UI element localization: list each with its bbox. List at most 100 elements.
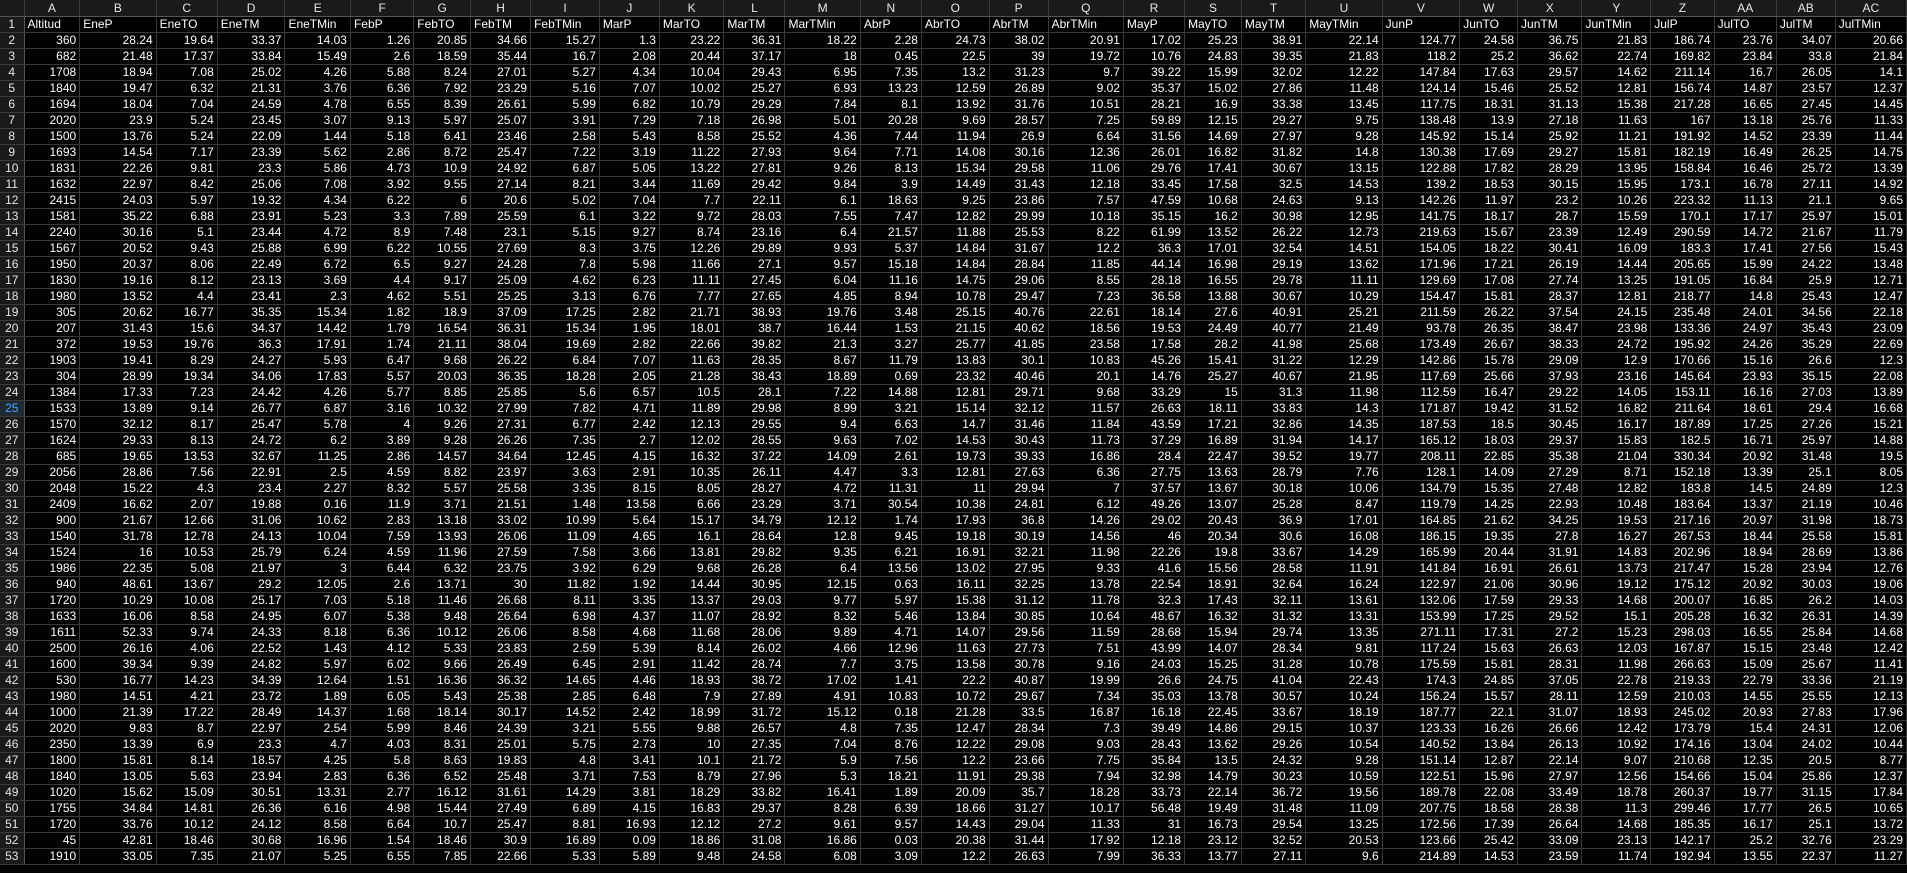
data-cell[interactable]: 271.11: [1382, 624, 1461, 641]
data-cell[interactable]: 29.33: [79, 432, 157, 449]
data-cell[interactable]: 9.84: [784, 176, 861, 193]
data-cell[interactable]: 9.57: [860, 816, 922, 833]
data-cell[interactable]: 33.05: [79, 848, 157, 865]
data-cell[interactable]: 10.76: [1123, 48, 1186, 65]
data-cell[interactable]: 11.11: [1305, 272, 1383, 289]
column-header-q[interactable]: Q: [1048, 0, 1124, 17]
data-cell[interactable]: 2.61: [860, 448, 922, 465]
data-cell[interactable]: 16.06: [79, 608, 157, 625]
data-cell[interactable]: 29.22: [1517, 384, 1583, 401]
data-cell[interactable]: 11.94: [921, 128, 990, 145]
data-cell[interactable]: 10.59: [1305, 768, 1383, 785]
data-cell[interactable]: 10.83: [860, 688, 922, 705]
data-cell[interactable]: 9.55: [413, 176, 472, 193]
data-cell[interactable]: 40.87: [989, 672, 1049, 689]
data-cell[interactable]: 10.18: [1048, 208, 1124, 225]
data-cell[interactable]: 18.17: [1459, 208, 1519, 225]
data-cell[interactable]: 37.17: [723, 48, 786, 65]
data-cell[interactable]: 29.03: [723, 592, 786, 609]
data-cell[interactable]: 19.64: [156, 32, 218, 49]
data-cell[interactable]: 22.14: [1184, 784, 1242, 801]
data-cell[interactable]: 3: [284, 560, 351, 577]
data-cell[interactable]: 27.75: [1123, 464, 1186, 481]
data-cell[interactable]: 147.84: [1382, 64, 1461, 81]
data-cell[interactable]: 18.58: [1459, 800, 1519, 817]
data-cell[interactable]: 4.06: [156, 640, 218, 657]
data-cell[interactable]: 6.32: [413, 560, 472, 577]
data-cell[interactable]: 29.47: [989, 288, 1049, 305]
data-cell[interactable]: 2.08: [599, 48, 660, 65]
column-header-p[interactable]: P: [989, 0, 1049, 17]
row-header[interactable]: 32: [0, 512, 25, 529]
data-cell[interactable]: 23.44: [217, 224, 286, 241]
data-cell[interactable]: 37.09: [470, 304, 532, 321]
data-cell[interactable]: 15.78: [1459, 352, 1519, 369]
data-cell[interactable]: 156.24: [1382, 688, 1461, 705]
column-title-cell[interactable]: JulP: [1650, 16, 1715, 33]
data-cell[interactable]: 32.67: [217, 448, 286, 465]
data-cell[interactable]: 299.46: [1650, 800, 1715, 817]
data-cell[interactable]: 2.7: [599, 432, 660, 449]
data-cell[interactable]: 6.23: [599, 272, 660, 289]
data-cell[interactable]: 153.99: [1382, 608, 1461, 625]
data-cell[interactable]: 25.27: [723, 80, 786, 97]
data-cell[interactable]: 16.86: [784, 832, 861, 849]
data-cell[interactable]: 29.04: [989, 816, 1049, 833]
data-cell[interactable]: 7.02: [860, 432, 922, 449]
data-cell[interactable]: 28.2: [1184, 336, 1242, 353]
data-cell[interactable]: 12.36: [1048, 144, 1124, 161]
data-cell[interactable]: 34.84: [79, 800, 157, 817]
data-cell[interactable]: 26.57: [723, 720, 786, 737]
data-cell[interactable]: 13.62: [1184, 736, 1242, 753]
data-cell[interactable]: 46: [1123, 528, 1186, 545]
data-cell[interactable]: 372: [24, 336, 81, 353]
data-cell[interactable]: 35.15: [1776, 368, 1836, 385]
data-cell[interactable]: 8.42: [156, 176, 218, 193]
data-cell[interactable]: 16.7: [1714, 64, 1777, 81]
data-cell[interactable]: 14.81: [156, 800, 218, 817]
data-cell[interactable]: 4.66: [784, 640, 861, 657]
data-cell[interactable]: 13.84: [1459, 736, 1519, 753]
data-cell[interactable]: 14.1: [1835, 64, 1907, 81]
data-cell[interactable]: 24.73: [921, 32, 990, 49]
data-cell[interactable]: 33.67: [1241, 544, 1307, 561]
data-cell[interactable]: 12.15: [1184, 112, 1242, 129]
column-title-cell[interactable]: AbrTO: [921, 16, 990, 33]
data-cell[interactable]: 4.34: [284, 192, 351, 209]
data-cell[interactable]: 27.11: [1241, 848, 1307, 865]
data-cell[interactable]: 18.11: [1184, 400, 1242, 417]
data-cell[interactable]: 25.52: [1517, 80, 1583, 97]
data-cell[interactable]: 19.77: [1714, 784, 1777, 801]
data-cell[interactable]: 7.23: [1048, 288, 1124, 305]
data-cell[interactable]: 192.94: [1650, 848, 1715, 865]
data-cell[interactable]: 11.57: [1048, 400, 1124, 417]
data-cell[interactable]: 16.09: [1581, 240, 1652, 257]
data-cell[interactable]: 2020: [24, 112, 81, 129]
data-cell[interactable]: 7.18: [659, 112, 725, 129]
data-cell[interactable]: 290.59: [1650, 224, 1715, 241]
data-cell[interactable]: 16.89: [530, 832, 600, 849]
data-cell[interactable]: 14.54: [79, 144, 157, 161]
data-cell[interactable]: 172.56: [1382, 816, 1461, 833]
data-cell[interactable]: 28.34: [1241, 640, 1307, 657]
data-cell[interactable]: 12.26: [659, 240, 725, 257]
data-cell[interactable]: 36.58: [1123, 288, 1186, 305]
column-title-cell[interactable]: JunTM: [1517, 16, 1583, 33]
data-cell[interactable]: 7.17: [156, 144, 218, 161]
data-cell[interactable]: 22.61: [1048, 304, 1124, 321]
data-cell[interactable]: 4.71: [860, 624, 922, 641]
data-cell[interactable]: 8.85: [413, 384, 472, 401]
data-cell[interactable]: 16.62: [79, 496, 157, 513]
data-cell[interactable]: 35.22: [79, 208, 157, 225]
data-cell[interactable]: 4.26: [284, 64, 351, 81]
data-cell[interactable]: 5.51: [413, 288, 472, 305]
data-cell[interactable]: 25.15: [921, 304, 990, 321]
data-cell[interactable]: 26.63: [989, 848, 1049, 865]
data-cell[interactable]: 7.51: [1048, 640, 1124, 657]
data-cell[interactable]: 2.91: [599, 656, 660, 673]
data-cell[interactable]: 25.97: [1776, 208, 1836, 225]
row-header[interactable]: 7: [0, 112, 25, 129]
data-cell[interactable]: 14.39: [1835, 608, 1907, 625]
data-cell[interactable]: 22.79: [1714, 672, 1777, 689]
data-cell[interactable]: 25.9: [1776, 272, 1836, 289]
